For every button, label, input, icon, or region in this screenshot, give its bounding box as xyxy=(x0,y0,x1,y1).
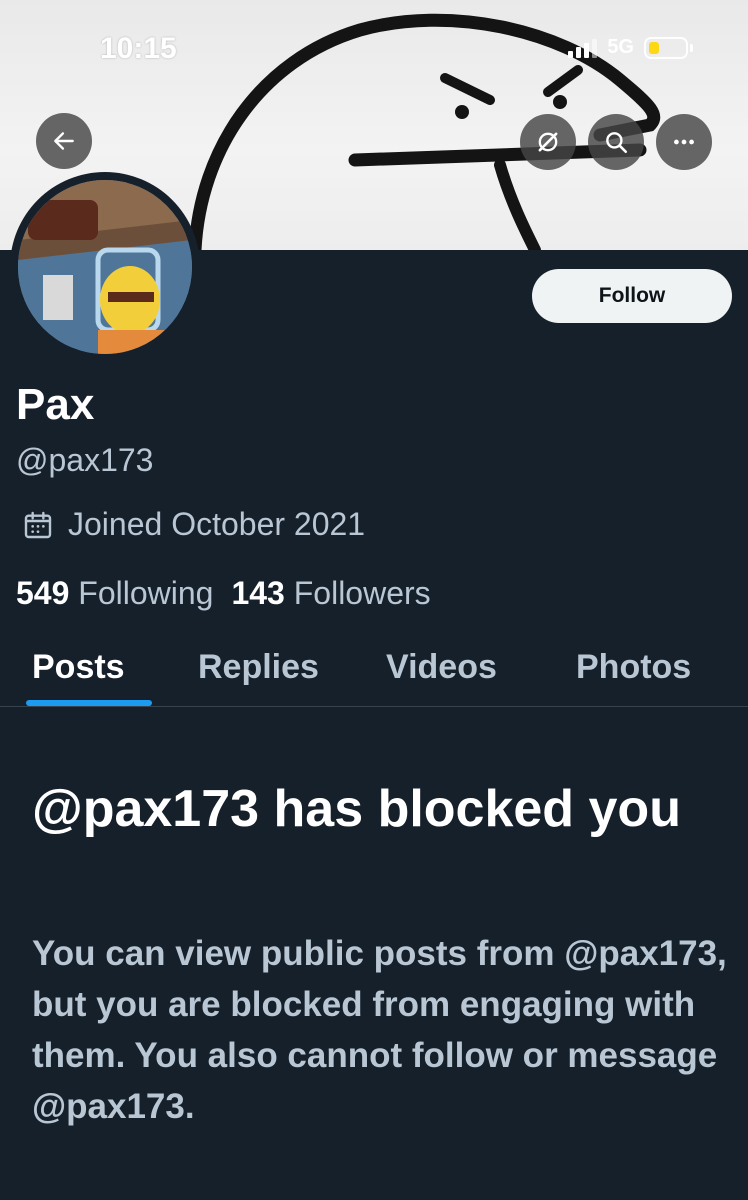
network-type: 5G xyxy=(607,36,634,58)
joined-date: Joined October 2021 xyxy=(22,506,365,543)
search-button[interactable] xyxy=(588,114,644,170)
follow-button[interactable]: Follow xyxy=(532,269,732,323)
follow-stats: 549 Following 143 Followers xyxy=(16,575,431,612)
blocked-title: @pax173 has blocked you xyxy=(32,780,681,838)
following-link[interactable]: 549 Following xyxy=(16,575,213,612)
profile-handle: @pax173 xyxy=(16,442,154,478)
following-label: Following xyxy=(78,575,214,611)
more-dots-icon xyxy=(674,139,694,145)
blocked-description: You can view public posts from @pax173, … xyxy=(32,934,727,1127)
calendar-icon xyxy=(24,511,52,538)
profile-name: Pax xyxy=(16,380,95,429)
search-icon xyxy=(606,132,628,154)
following-count: 549 xyxy=(16,575,70,611)
tab-videos[interactable]: Videos xyxy=(386,648,497,687)
tab-replies[interactable]: Replies xyxy=(198,648,319,687)
signal-bars-icon xyxy=(568,38,598,58)
battery-icon xyxy=(644,36,693,59)
unmute-button[interactable] xyxy=(520,114,576,170)
back-arrow-icon xyxy=(54,132,74,150)
more-options-button[interactable] xyxy=(656,114,712,170)
unmute-icon xyxy=(538,132,558,152)
avatar-image xyxy=(18,180,192,354)
joined-text: Joined October 2021 xyxy=(68,506,366,542)
followers-count: 143 xyxy=(231,575,285,611)
followers-label: Followers xyxy=(293,575,431,611)
status-time: 10:15 xyxy=(100,32,177,65)
active-tab-indicator xyxy=(26,700,152,706)
avatar[interactable] xyxy=(10,172,200,362)
tab-posts[interactable]: Posts xyxy=(32,648,125,687)
tab-photos[interactable]: Photos xyxy=(576,648,691,687)
back-button[interactable] xyxy=(36,113,92,169)
profile-tabs: Posts Replies Videos Photos xyxy=(0,640,748,707)
status-indicators: 5G xyxy=(568,36,693,59)
followers-link[interactable]: 143 Followers xyxy=(231,575,430,612)
